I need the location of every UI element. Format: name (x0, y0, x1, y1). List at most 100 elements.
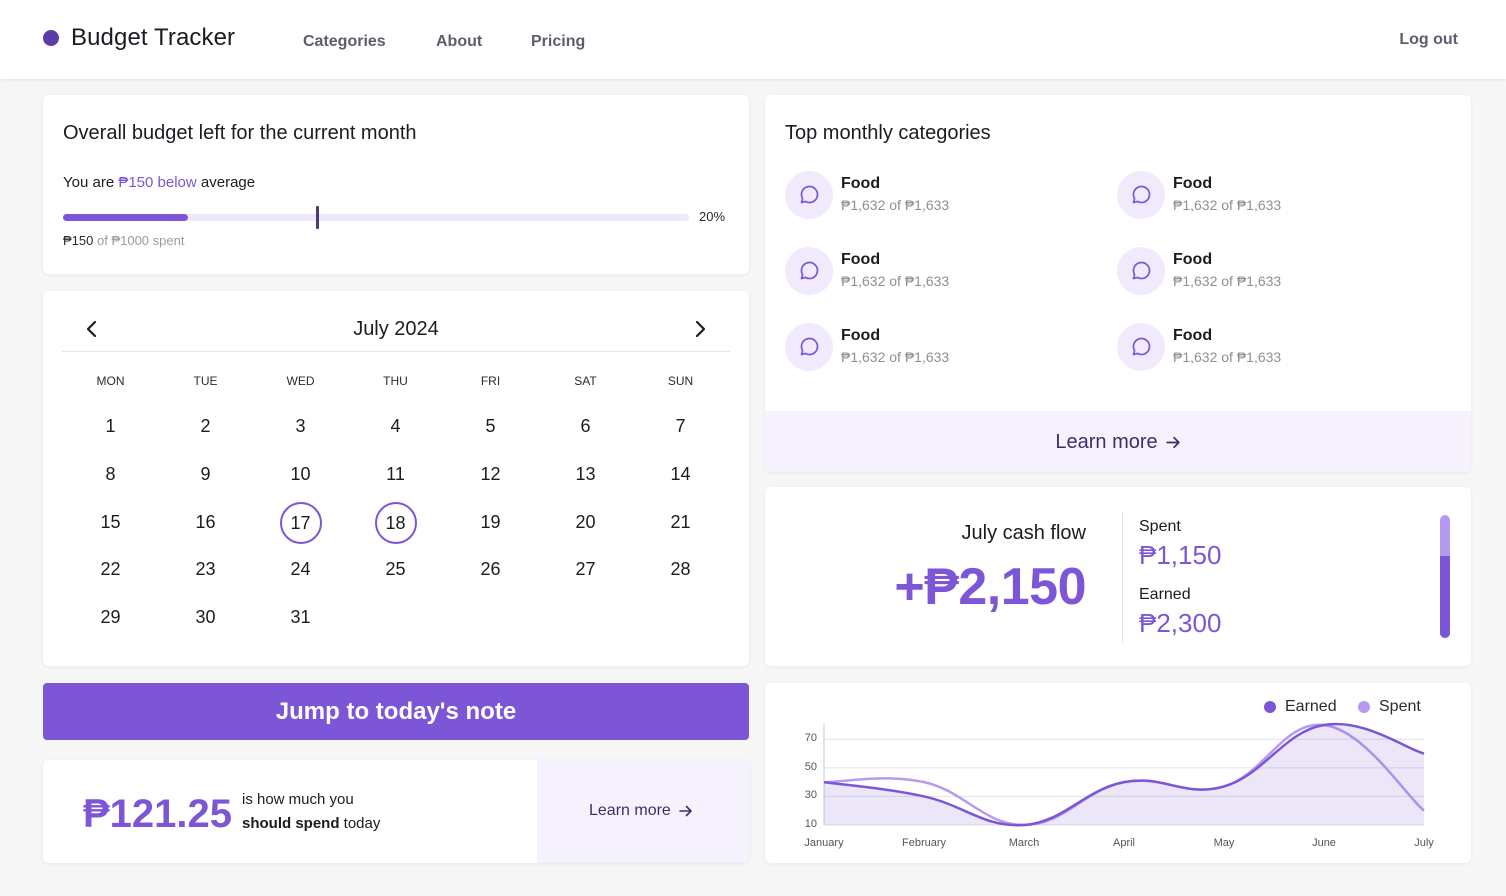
calendar-day[interactable]: 1 (90, 406, 132, 448)
chevron-left-icon (86, 320, 97, 338)
arrow-right-icon (679, 805, 692, 817)
calendar-day[interactable]: 2 (185, 406, 227, 448)
category-icon (1117, 247, 1165, 295)
category-item[interactable]: Food ₱1,632 of ₱1,633 (785, 323, 1085, 373)
budget-comparison: You are ₱150 below average (63, 174, 256, 191)
y-tick-label: 30 (804, 789, 817, 802)
categories-learn-more-link[interactable]: Learn more (765, 431, 1471, 454)
x-tick-label: July (1414, 837, 1434, 849)
x-tick-label: January (804, 837, 844, 849)
y-tick-label: 10 (804, 818, 817, 830)
calendar-day[interactable]: 23 (185, 549, 227, 591)
x-tick-label: June (1312, 837, 1336, 849)
category-icon (1117, 171, 1165, 219)
calendar-prev-button[interactable] (80, 317, 104, 341)
categories-learn-panel: Learn more (765, 411, 1471, 472)
calendar-day[interactable]: 24 (280, 549, 322, 591)
calendar-day[interactable]: 3 (280, 406, 322, 448)
nav-link-about[interactable]: About (436, 33, 482, 51)
calendar-day[interactable]: 6 (565, 406, 607, 448)
x-tick-label: February (901, 837, 947, 849)
logout-button[interactable]: Log out (1399, 31, 1458, 49)
nav-link-categories[interactable]: Categories (303, 33, 386, 51)
budget-title: Overall budget left for the current mont… (63, 122, 417, 144)
trend-chart-card: Earned Spent 10 30 50 70 January February Marc… (765, 683, 1471, 863)
chat-bubble-icon (800, 337, 819, 356)
brand-name: Budget Tracker (71, 24, 236, 51)
category-icon (785, 171, 833, 219)
calendar-day[interactable]: 8 (90, 454, 132, 496)
category-name: Food (841, 327, 881, 344)
cash-flow-net: +₱2,150 (894, 558, 1086, 616)
category-name: Food (1173, 175, 1213, 192)
category-item[interactable]: Food ₱1,632 of ₱1,633 (785, 171, 1085, 221)
calendar-day[interactable]: 27 (565, 549, 607, 591)
category-amount: ₱1,632 of ₱1,633 (841, 273, 950, 289)
trend-chart (823, 722, 1425, 827)
budget-below-amount: ₱150 below (118, 174, 197, 191)
calendar-day[interactable]: 9 (185, 454, 227, 496)
calendar-day[interactable]: 26 (470, 549, 512, 591)
calendar-day[interactable]: 29 (90, 597, 132, 639)
cash-flow-spent-label: Spent (1139, 518, 1181, 535)
category-name: Food (841, 251, 881, 268)
calendar-day[interactable]: 20 (565, 502, 607, 544)
calendar-card: July 2024 MON TUE WED THU FRI SAT SUN 1 2 3 4 5 6 7 8 9… (43, 291, 749, 666)
calendar-month-title: July 2024 (353, 318, 439, 340)
weekday-tue: TUE (193, 374, 218, 388)
weekday-thu: THU (383, 374, 408, 388)
category-item[interactable]: Food ₱1,632 of ₱1,633 (1117, 323, 1417, 373)
y-tick-label: 50 (804, 760, 817, 773)
calendar-day[interactable]: 17 (279, 501, 322, 544)
category-item[interactable]: Food ₱1,632 of ₱1,633 (785, 247, 1085, 297)
calendar-day[interactable]: 22 (90, 549, 132, 591)
category-amount: ₱1,632 of ₱1,633 (1173, 273, 1282, 289)
daily-spend-amount: ₱121.25 (83, 792, 233, 836)
calendar-day[interactable]: 25 (375, 549, 417, 591)
jump-to-today-button[interactable]: Jump to today's note (43, 683, 749, 740)
calendar-day[interactable]: 12 (470, 454, 512, 496)
category-item[interactable]: Food ₱1,632 of ₱1,633 (1117, 171, 1417, 221)
cash-flow-divider (1122, 511, 1123, 643)
daily-spend-caption-2: should spend today (242, 815, 381, 832)
x-tick-label: May (1213, 837, 1235, 849)
calendar-day[interactable]: 7 (660, 406, 702, 448)
cash-flow-earned-label: Earned (1139, 586, 1191, 603)
cash-flow-card: July cash flow +₱2,150 Spent ₱1,150 Earn… (765, 487, 1471, 666)
calendar-day[interactable]: 16 (185, 502, 227, 544)
calendar-day[interactable]: 21 (660, 502, 702, 544)
x-tick-label: March (1008, 837, 1040, 849)
brand[interactable]: Budget Tracker (43, 24, 235, 52)
top-categories-card: Top monthly categories Learn more Food ₱1… (765, 95, 1471, 472)
calendar-day[interactable]: 10 (280, 454, 322, 496)
cash-flow-title: July cash flow (961, 522, 1087, 544)
cash-flow-earned-bar (1440, 555, 1450, 638)
category-item[interactable]: Food ₱1,632 of ₱1,633 (1117, 247, 1417, 297)
budget-progress-track (63, 206, 689, 229)
weekday-fri: FRI (480, 374, 501, 388)
calendar-day[interactable]: 28 (660, 549, 702, 591)
calendar-day[interactable]: 13 (565, 454, 607, 496)
daily-spend-caption-1: is how much you (242, 791, 354, 808)
chat-bubble-icon (800, 261, 819, 280)
nav-link-pricing[interactable]: Pricing (531, 33, 585, 51)
budget-average-marker (315, 206, 319, 229)
top-navbar: Budget Tracker Categories About Pricing … (0, 0, 1506, 79)
x-tick-label: April (1112, 837, 1136, 849)
calendar-day[interactable]: 11 (375, 454, 417, 496)
calendar-day[interactable]: 15 (90, 502, 132, 544)
calendar-day[interactable]: 4 (375, 406, 417, 448)
calendar-day[interactable]: 5 (470, 406, 512, 448)
calendar-day[interactable]: 18 (374, 501, 417, 544)
top-categories-title: Top monthly categories (785, 122, 991, 144)
calendar-day[interactable]: 14 (660, 454, 702, 496)
daily-spend-learn-panel: Learn more (537, 760, 749, 863)
budget-card: Overall budget left for the current mont… (43, 95, 749, 274)
calendar-day[interactable]: 30 (185, 597, 227, 639)
category-icon (785, 323, 833, 371)
calendar-next-button[interactable] (688, 317, 712, 341)
calendar-day[interactable]: 19 (470, 502, 512, 544)
calendar-day[interactable]: 31 (280, 597, 322, 639)
chat-bubble-icon (1132, 261, 1151, 280)
daily-spend-learn-more-link[interactable]: Learn more (589, 802, 693, 820)
